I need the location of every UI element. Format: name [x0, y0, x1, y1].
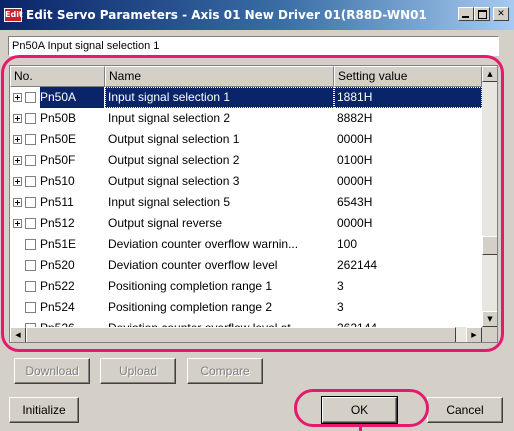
expand-plus-icon[interactable] [13, 114, 22, 123]
title-bar[interactable]: Edit Edit Servo Parameters - Axis 01 New… [0, 0, 514, 30]
expand-plus-icon[interactable] [13, 219, 22, 228]
table-row[interactable]: Pn511 Input signal selection 5 6543H [10, 192, 482, 213]
cell-parameter-no: Pn51E [40, 237, 77, 251]
cell-parameter-name: Deviation counter overflow level [108, 258, 278, 272]
annotation-pointer [359, 426, 362, 431]
row-checkbox[interactable] [25, 281, 36, 292]
cell-parameter-no: Pn50F [40, 153, 76, 167]
scroll-left-button[interactable]: ◀ [10, 327, 26, 342]
cell-parameter-no: Pn520 [40, 258, 75, 272]
scrollbar-corner [482, 327, 497, 342]
arrow-up-icon: ▲ [487, 70, 493, 78]
table-row[interactable]: Pn50A Input signal selection 1 1881H [10, 87, 482, 108]
scroll-right-button[interactable]: ▶ [466, 327, 482, 342]
table-row[interactable]: Pn510 Output signal selection 3 0000H [10, 171, 482, 192]
grid-header: No. Name Setting value [10, 66, 482, 87]
column-header-name[interactable]: Name [105, 66, 334, 87]
close-button[interactable]: ✕ [493, 7, 509, 21]
table-row[interactable]: Pn522 Positioning completion range 1 3 [10, 276, 482, 297]
expand-plus-icon[interactable] [13, 156, 22, 165]
vertical-scroll-thumb[interactable] [482, 236, 497, 255]
row-checkbox[interactable] [25, 218, 36, 229]
parameter-description-field[interactable]: Pn50A Input signal selection 1 [8, 36, 499, 56]
app-icon: Edit [4, 8, 23, 22]
column-header-no[interactable]: No. [10, 66, 105, 87]
cell-parameter-name: Output signal selection 1 [108, 132, 240, 146]
expand-plus-icon[interactable] [13, 177, 22, 186]
cell-parameter-name: Deviation counter overflow warnin... [108, 237, 299, 251]
cell-setting-value[interactable]: 100 [334, 234, 482, 255]
cell-parameter-no: Pn524 [40, 300, 75, 314]
horizontal-scroll-thumb[interactable] [26, 327, 456, 342]
row-checkbox[interactable] [25, 92, 36, 103]
row-checkbox[interactable] [25, 134, 36, 145]
table-row[interactable]: Pn524 Positioning completion range 2 3 [10, 297, 482, 318]
cell-parameter-name: Input signal selection 5 [108, 195, 231, 209]
row-checkbox[interactable] [25, 176, 36, 187]
cell-parameter-name: Input signal selection 1 [105, 87, 334, 108]
cell-setting-value[interactable]: 0000H [334, 171, 482, 192]
row-checkbox[interactable] [25, 302, 36, 313]
ok-button[interactable]: OK [321, 396, 398, 424]
cell-setting-value[interactable]: 3 [334, 276, 482, 297]
cell-setting-value[interactable]: 1881H [334, 87, 482, 108]
cell-parameter-no: Pn510 [40, 174, 75, 188]
cell-setting-value[interactable]: 0100H [334, 150, 482, 171]
row-checkbox[interactable] [25, 197, 36, 208]
cell-parameter-no: Pn50B [40, 111, 77, 125]
horizontal-scrollbar[interactable]: ◀ ▶ [10, 327, 482, 342]
cancel-button[interactable]: Cancel [427, 397, 503, 423]
row-checkbox[interactable] [25, 155, 36, 166]
window-title: Edit Servo Parameters - Axis 01 New Driv… [26, 8, 426, 22]
minimize-icon [462, 16, 469, 18]
cell-setting-value[interactable]: 3 [334, 297, 482, 318]
table-row[interactable]: Pn520 Deviation counter overflow level 262… [10, 255, 482, 276]
compare-button[interactable]: Compare [187, 358, 263, 384]
cell-setting-value[interactable]: 0000H [334, 129, 482, 150]
cell-parameter-no: Pn50A [40, 87, 104, 108]
expand-plus-icon[interactable] [13, 93, 22, 102]
cell-setting-value[interactable]: 0000H [334, 213, 482, 234]
cell-setting-value[interactable]: 6543H [334, 192, 482, 213]
row-checkbox[interactable] [25, 260, 36, 271]
cell-parameter-no: Pn522 [40, 279, 75, 293]
arrow-right-icon: ▶ [471, 331, 477, 339]
initialize-button[interactable]: Initialize [9, 397, 79, 423]
cell-setting-value[interactable]: 8882H [334, 108, 482, 129]
arrow-down-icon: ▼ [487, 315, 493, 323]
upload-button[interactable]: Upload [100, 358, 176, 384]
expand-plus-icon[interactable] [13, 135, 22, 144]
cell-parameter-no: Pn512 [40, 216, 75, 230]
table-row[interactable]: Pn50E Output signal selection 1 0000H [10, 129, 482, 150]
row-checkbox[interactable] [25, 113, 36, 124]
column-header-setting-value[interactable]: Setting value [334, 66, 482, 87]
download-button[interactable]: Download [14, 358, 90, 384]
arrow-left-icon: ◀ [15, 331, 21, 339]
scroll-down-button[interactable]: ▼ [482, 311, 497, 327]
cell-parameter-name: Output signal selection 3 [108, 174, 240, 188]
maximize-icon [478, 10, 487, 19]
close-icon: ✕ [497, 9, 505, 19]
table-row[interactable]: Pn51E Deviation counter overflow warnin..… [10, 234, 482, 255]
edit-servo-parameters-window: Edit Edit Servo Parameters - Axis 01 New… [0, 0, 514, 431]
cell-setting-value[interactable]: 262144 [334, 255, 482, 276]
parameter-grid[interactable]: No. Name Setting value Pn50A Input signal… [9, 65, 498, 343]
maximize-button[interactable] [474, 7, 490, 21]
row-checkbox[interactable] [25, 239, 36, 250]
cell-parameter-no: Pn511 [40, 195, 74, 209]
scroll-up-button[interactable]: ▲ [482, 66, 497, 82]
minimize-button[interactable] [458, 7, 474, 21]
cell-parameter-name: Output signal selection 2 [108, 153, 240, 167]
table-row[interactable]: Pn50F Output signal selection 2 0100H [10, 150, 482, 171]
cell-parameter-no: Pn50E [40, 132, 77, 146]
cell-parameter-name: Input signal selection 2 [108, 111, 231, 125]
table-row[interactable]: Pn512 Output signal reverse 0000H [10, 213, 482, 234]
table-row[interactable]: Pn50B Input signal selection 2 8882H [10, 108, 482, 129]
cell-parameter-name: Output signal reverse [108, 216, 223, 230]
cell-parameter-name: Positioning completion range 1 [108, 279, 273, 293]
expand-plus-icon[interactable] [13, 198, 22, 207]
vertical-scrollbar[interactable]: ▲ ▼ [482, 66, 497, 327]
cell-parameter-name: Positioning completion range 2 [108, 300, 273, 314]
